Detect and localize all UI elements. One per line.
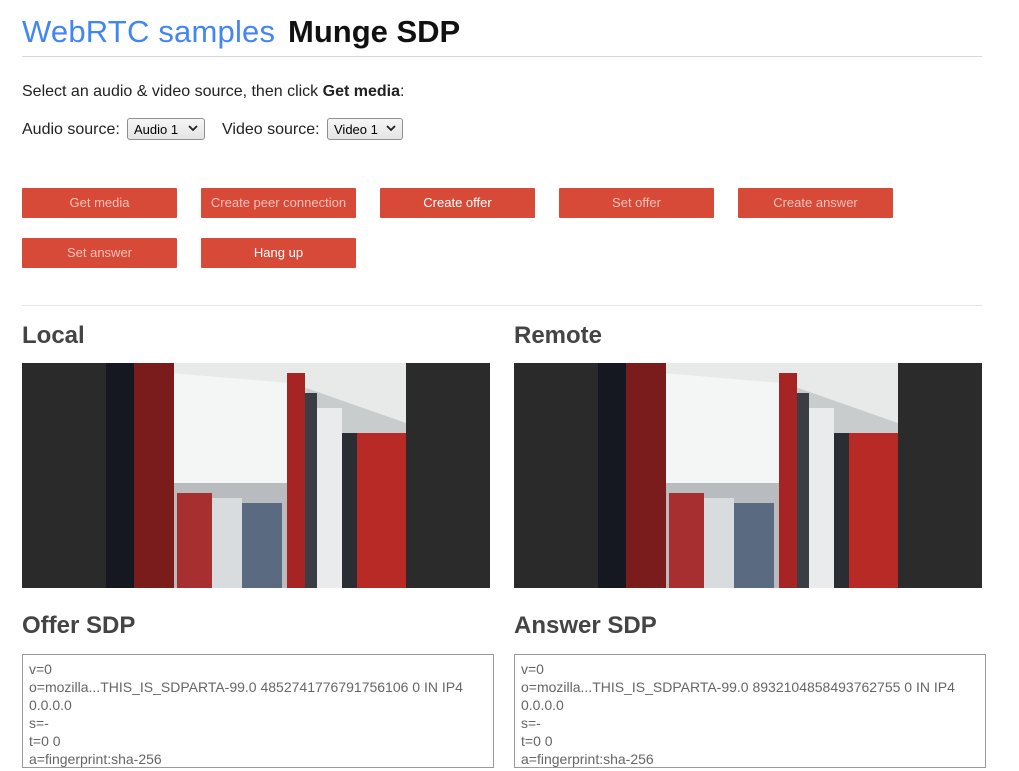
chevron-down-icon [188, 125, 198, 132]
section-divider [22, 305, 982, 306]
answer-sdp-textarea[interactable]: v=0 o=mozilla...THIS_IS_SDPARTA-99.0 893… [514, 654, 986, 768]
local-heading: Local [22, 322, 85, 349]
answer-sdp-line: 0.0.0.0 [521, 697, 564, 713]
offer-sdp-line: a=fingerprint:sha-256 [29, 751, 162, 767]
remote-video-frame [514, 363, 982, 588]
page: WebRTC samples Munge SDP Select an audio… [0, 0, 1019, 771]
create-answer-button[interactable]: Create answer [738, 188, 893, 218]
local-video[interactable] [22, 363, 490, 588]
instructions-suffix: : [399, 83, 405, 100]
audio-source-label: Audio source: [22, 121, 120, 138]
local-video-frame [22, 363, 490, 588]
audio-source-select[interactable]: Audio 1 [127, 118, 205, 140]
answer-sdp-heading: Answer SDP [514, 612, 657, 639]
page-title: Munge SDP [288, 14, 461, 49]
create-offer-button[interactable]: Create offer [380, 188, 535, 218]
audio-source-value: Audio 1 [134, 122, 179, 137]
video-source-label: Video source: [222, 121, 320, 138]
chevron-down-icon [386, 125, 396, 132]
answer-sdp-line: v=0 [521, 661, 544, 677]
offer-sdp-line: v=0 [29, 661, 52, 677]
hang-up-button[interactable]: Hang up [201, 238, 356, 268]
remote-heading: Remote [514, 322, 603, 349]
answer-sdp-line: t=0 0 [521, 733, 553, 749]
offer-sdp-line: s=- [29, 715, 49, 731]
offer-sdp-line: t=0 0 [29, 733, 61, 749]
get-media-button[interactable]: Get media [22, 188, 177, 218]
answer-sdp-line: s=- [521, 715, 541, 731]
answer-sdp-line: o=mozilla...THIS_IS_SDPARTA-99.0 8932104… [521, 679, 955, 695]
instructions-text: Select an audio & video source, then cli… [22, 83, 323, 100]
answer-sdp-line: a=fingerprint:sha-256 [521, 751, 654, 767]
remote-video[interactable] [514, 363, 982, 588]
page-header: WebRTC samples Munge SDP [22, 12, 982, 57]
video-source-select[interactable]: Video 1 [327, 118, 403, 140]
instructions-bold: Get media [322, 83, 400, 100]
offer-sdp-line: o=mozilla...THIS_IS_SDPARTA-99.0 4852741… [29, 679, 463, 695]
brand-link[interactable]: WebRTC samples [22, 14, 275, 50]
set-offer-button[interactable]: Set offer [559, 188, 714, 218]
offer-sdp-line: 0.0.0.0 [29, 697, 72, 713]
video-source-value: Video 1 [334, 122, 378, 137]
offer-sdp-heading: Offer SDP [22, 612, 136, 639]
offer-sdp-textarea[interactable]: v=0 o=mozilla...THIS_IS_SDPARTA-99.0 485… [22, 654, 494, 768]
instructions: Select an audio & video source, then cli… [22, 83, 404, 101]
set-answer-button[interactable]: Set answer [22, 238, 177, 268]
create-peer-connection-button[interactable]: Create peer connection [201, 188, 356, 218]
